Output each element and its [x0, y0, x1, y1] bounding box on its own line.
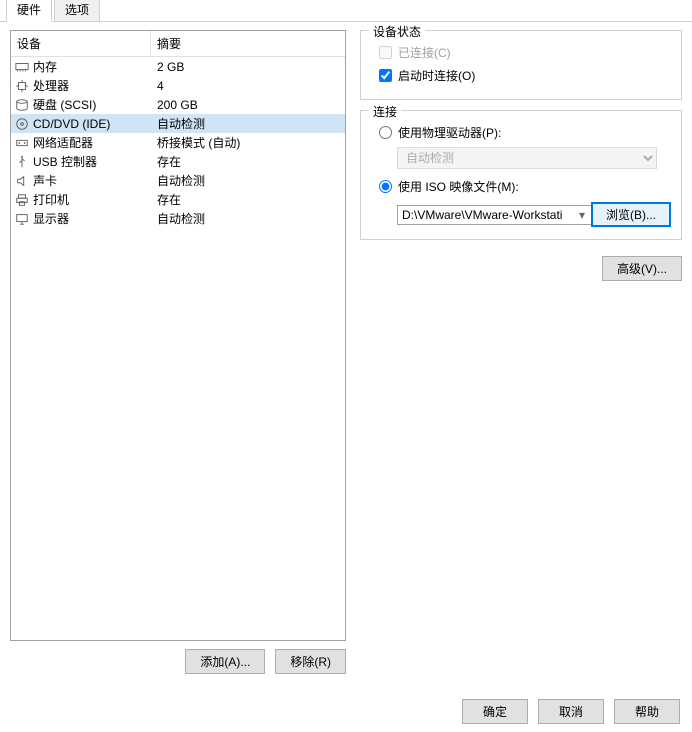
printer-icon [13, 193, 31, 207]
device-name: 声卡 [31, 172, 151, 189]
advanced-button[interactable]: 高级(V)... [602, 256, 682, 281]
device-summary: 自动检测 [151, 115, 345, 132]
device-row[interactable]: 硬盘 (SCSI)200 GB [11, 95, 345, 114]
use-iso-row[interactable]: 使用 ISO 映像文件(M): [371, 175, 671, 198]
dropdown-icon[interactable]: ▾ [579, 208, 585, 222]
device-summary: 自动检测 [151, 210, 345, 227]
cpu-icon [13, 79, 31, 93]
tab-bar: 硬件 选项 [0, 0, 692, 22]
use-physical-row[interactable]: 使用物理驱动器(P): [371, 121, 671, 144]
display-icon [13, 212, 31, 226]
device-row[interactable]: 显示器自动检测 [11, 209, 345, 228]
device-row[interactable]: 处理器4 [11, 76, 345, 95]
use-physical-radio[interactable] [379, 126, 392, 139]
device-status-title: 设备状态 [369, 23, 425, 40]
device-name: USB 控制器 [31, 153, 151, 170]
device-summary: 自动检测 [151, 172, 345, 189]
device-name: 显示器 [31, 210, 151, 227]
device-name: 打印机 [31, 191, 151, 208]
physical-drive-select: 自动检测 [397, 147, 657, 169]
cancel-button[interactable]: 取消 [538, 699, 604, 724]
device-row[interactable]: 网络适配器桥接模式 (自动) [11, 133, 345, 152]
connected-checkbox-row: 已连接(C) [371, 41, 671, 64]
device-row[interactable]: 声卡自动检测 [11, 171, 345, 190]
browse-button[interactable]: 浏览(B)... [591, 202, 671, 227]
device-summary: 2 GB [151, 60, 345, 74]
remove-button[interactable]: 移除(R) [275, 649, 346, 674]
device-name: 内存 [31, 58, 151, 75]
connect-on-start-label: 启动时连接(O) [398, 67, 475, 84]
device-row[interactable]: 打印机存在 [11, 190, 345, 209]
cd-icon [13, 117, 31, 131]
device-summary: 存在 [151, 191, 345, 208]
device-name: 硬盘 (SCSI) [31, 96, 151, 113]
connected-label: 已连接(C) [398, 44, 451, 61]
device-summary: 200 GB [151, 98, 345, 112]
device-status-group: 设备状态 已连接(C) 启动时连接(O) [360, 30, 682, 100]
add-button[interactable]: 添加(A)... [185, 649, 265, 674]
device-row[interactable]: 内存2 GB [11, 57, 345, 76]
device-name: 网络适配器 [31, 134, 151, 151]
tab-hardware[interactable]: 硬件 [6, 0, 52, 22]
dialog-footer: 确定 取消 帮助 [462, 699, 680, 724]
help-button[interactable]: 帮助 [614, 699, 680, 724]
connect-on-start-checkbox[interactable] [379, 69, 392, 82]
device-summary: 存在 [151, 153, 345, 170]
net-icon [13, 136, 31, 150]
sound-icon [13, 174, 31, 188]
device-summary: 4 [151, 79, 345, 93]
device-list: 设备 摘要 内存2 GB处理器4硬盘 (SCSI)200 GBCD/DVD (I… [10, 30, 346, 641]
use-physical-label: 使用物理驱动器(P): [398, 124, 501, 141]
device-name: 处理器 [31, 77, 151, 94]
column-summary[interactable]: 摘要 [151, 31, 345, 56]
use-iso-radio[interactable] [379, 180, 392, 193]
column-device[interactable]: 设备 [11, 31, 151, 56]
ok-button[interactable]: 确定 [462, 699, 528, 724]
connect-on-start-row[interactable]: 启动时连接(O) [371, 64, 671, 87]
use-iso-label: 使用 ISO 映像文件(M): [398, 178, 519, 195]
iso-path-input[interactable] [397, 205, 593, 225]
usb-icon [13, 155, 31, 169]
memory-icon [13, 60, 31, 74]
connected-checkbox [379, 46, 392, 59]
device-summary: 桥接模式 (自动) [151, 134, 345, 151]
device-row[interactable]: CD/DVD (IDE)自动检测 [11, 114, 345, 133]
connection-group: 连接 使用物理驱动器(P): 自动检测 使用 ISO 映像文件(M): ▾ 浏览… [360, 110, 682, 240]
device-name: CD/DVD (IDE) [31, 117, 151, 131]
device-row[interactable]: USB 控制器存在 [11, 152, 345, 171]
device-list-header: 设备 摘要 [11, 31, 345, 57]
tab-options[interactable]: 选项 [54, 0, 100, 21]
disk-icon [13, 98, 31, 112]
connection-title: 连接 [369, 103, 401, 120]
